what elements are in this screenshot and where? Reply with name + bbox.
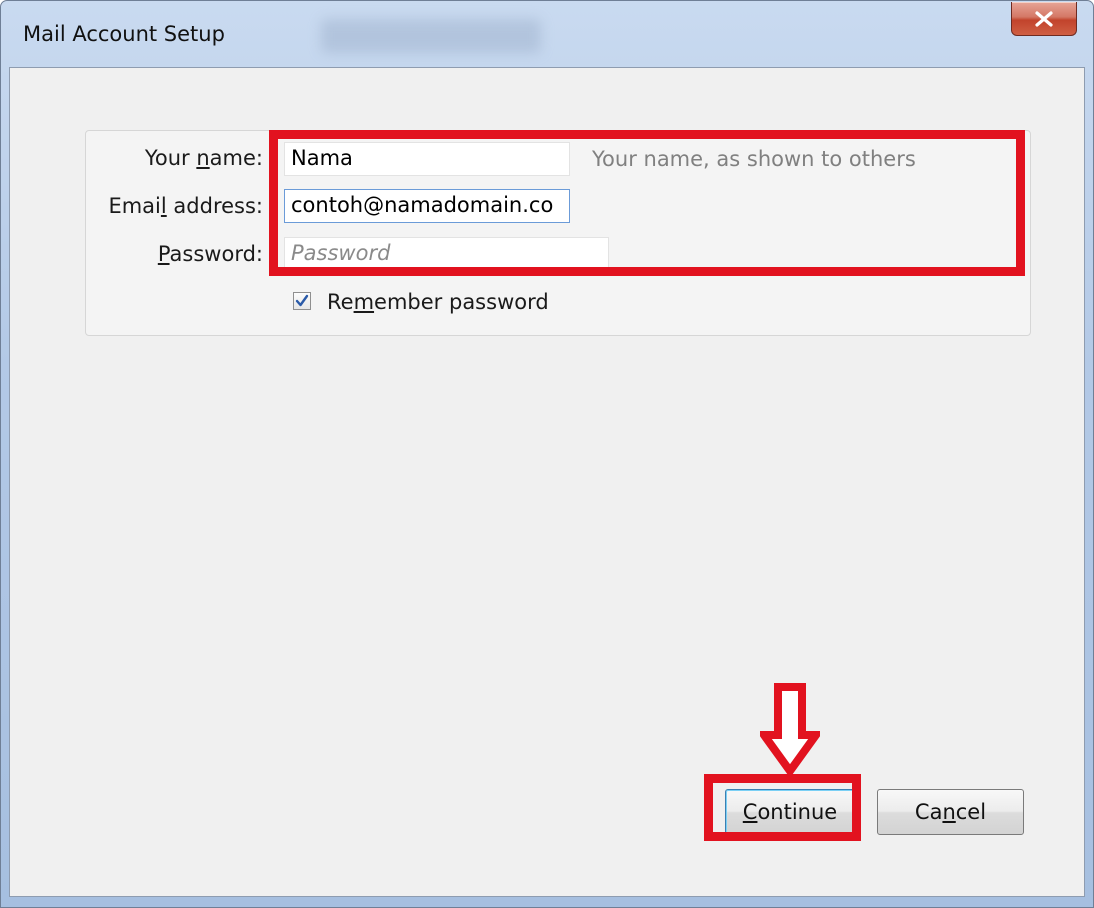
remember-password-label[interactable]: Remember password xyxy=(327,290,549,314)
mail-account-setup-window: Mail Account Setup Your name: Nama Your … xyxy=(0,0,1094,908)
close-button[interactable] xyxy=(1011,2,1077,36)
blurred-background-title xyxy=(321,19,541,53)
continue-button[interactable]: Continue xyxy=(725,789,855,835)
your-name-input[interactable]: Nama xyxy=(284,142,570,176)
your-name-label: Your name: xyxy=(144,146,263,170)
window-title: Mail Account Setup xyxy=(23,22,225,46)
close-icon xyxy=(1035,10,1053,27)
checkmark-icon xyxy=(295,294,309,307)
email-address-input[interactable]: contoh@namadomain.co xyxy=(284,189,570,223)
password-input[interactable]: Password xyxy=(284,237,609,271)
dialog-content: Your name: Nama Your name, as shown to o… xyxy=(9,67,1085,897)
remember-password-checkbox[interactable] xyxy=(293,292,311,310)
email-address-label: Email address: xyxy=(108,194,263,218)
title-bar[interactable]: Mail Account Setup xyxy=(1,1,1093,67)
password-label: Password: xyxy=(157,242,263,266)
cancel-button[interactable]: Ca n cel xyxy=(877,789,1024,835)
your-name-hint: Your name, as shown to others xyxy=(592,147,916,171)
